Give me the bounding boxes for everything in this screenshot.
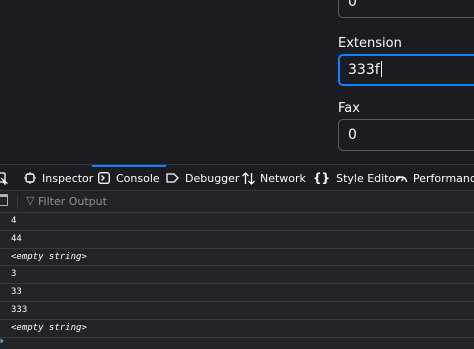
debugger-icon <box>166 173 179 183</box>
console-filter-bar: ▽ Filter Output <box>0 191 474 213</box>
tab-style-editor[interactable]: {} Style Editor <box>313 165 400 191</box>
tab-network-label: Network <box>260 171 306 185</box>
tab-style-editor-label: Style Editor <box>336 171 400 185</box>
filter-divider <box>17 195 18 209</box>
tab-performance-label: Performance <box>413 171 474 185</box>
extension-label: Extension <box>338 36 402 51</box>
console-output: 4 44 <empty string> 3 33 333 <empty stri… <box>0 213 474 338</box>
console-input[interactable]: » <box>0 334 474 349</box>
top-number-field[interactable]: 0 <box>338 0 474 18</box>
extension-value: 333f <box>348 62 380 78</box>
tab-console-label: Console <box>116 171 160 185</box>
extension-field[interactable]: 333f <box>338 54 474 86</box>
fax-field[interactable]: 0 <box>338 119 474 151</box>
tab-inspector[interactable]: Inspector <box>24 165 93 191</box>
network-icon <box>242 171 255 185</box>
console-message: <empty string> <box>0 249 474 267</box>
tab-performance[interactable]: Performance <box>395 165 474 191</box>
performance-icon <box>395 176 408 183</box>
tab-inspector-label: Inspector <box>42 171 94 185</box>
filter-icon: ▽ <box>26 194 35 207</box>
console-message: 4 <box>0 213 474 231</box>
console-message: 33 <box>0 284 474 302</box>
console-icon <box>98 172 110 184</box>
console-message: 44 <box>0 231 474 249</box>
filter-output-input[interactable]: Filter Output <box>38 195 107 208</box>
console-message: <empty string> <box>0 320 474 338</box>
web-page: 0 Extension 333f Fax 0 <box>0 0 474 164</box>
fax-value: 0 <box>348 127 357 143</box>
tab-network[interactable]: Network <box>242 165 306 191</box>
devtools-panel: Inspector Console Debugger Network {} St… <box>0 164 474 349</box>
element-picker-icon <box>0 172 8 185</box>
tab-debugger-label: Debugger <box>185 171 240 185</box>
devtools-toolbar: Inspector Console Debugger Network {} St… <box>0 164 474 191</box>
text-caret <box>380 61 382 77</box>
style-editor-icon: {} <box>313 171 331 185</box>
top-number-value: 0 <box>348 0 357 10</box>
tab-console[interactable]: Console <box>92 165 166 191</box>
inspector-icon <box>24 172 36 184</box>
clear-console-icon[interactable] <box>0 194 8 206</box>
fax-label: Fax <box>338 101 360 116</box>
prompt-chevron-icon: » <box>0 334 4 347</box>
console-message: 3 <box>0 266 474 285</box>
tab-debugger[interactable]: Debugger <box>166 165 239 191</box>
element-picker-button[interactable] <box>0 165 8 191</box>
console-message: 333 <box>0 302 474 320</box>
